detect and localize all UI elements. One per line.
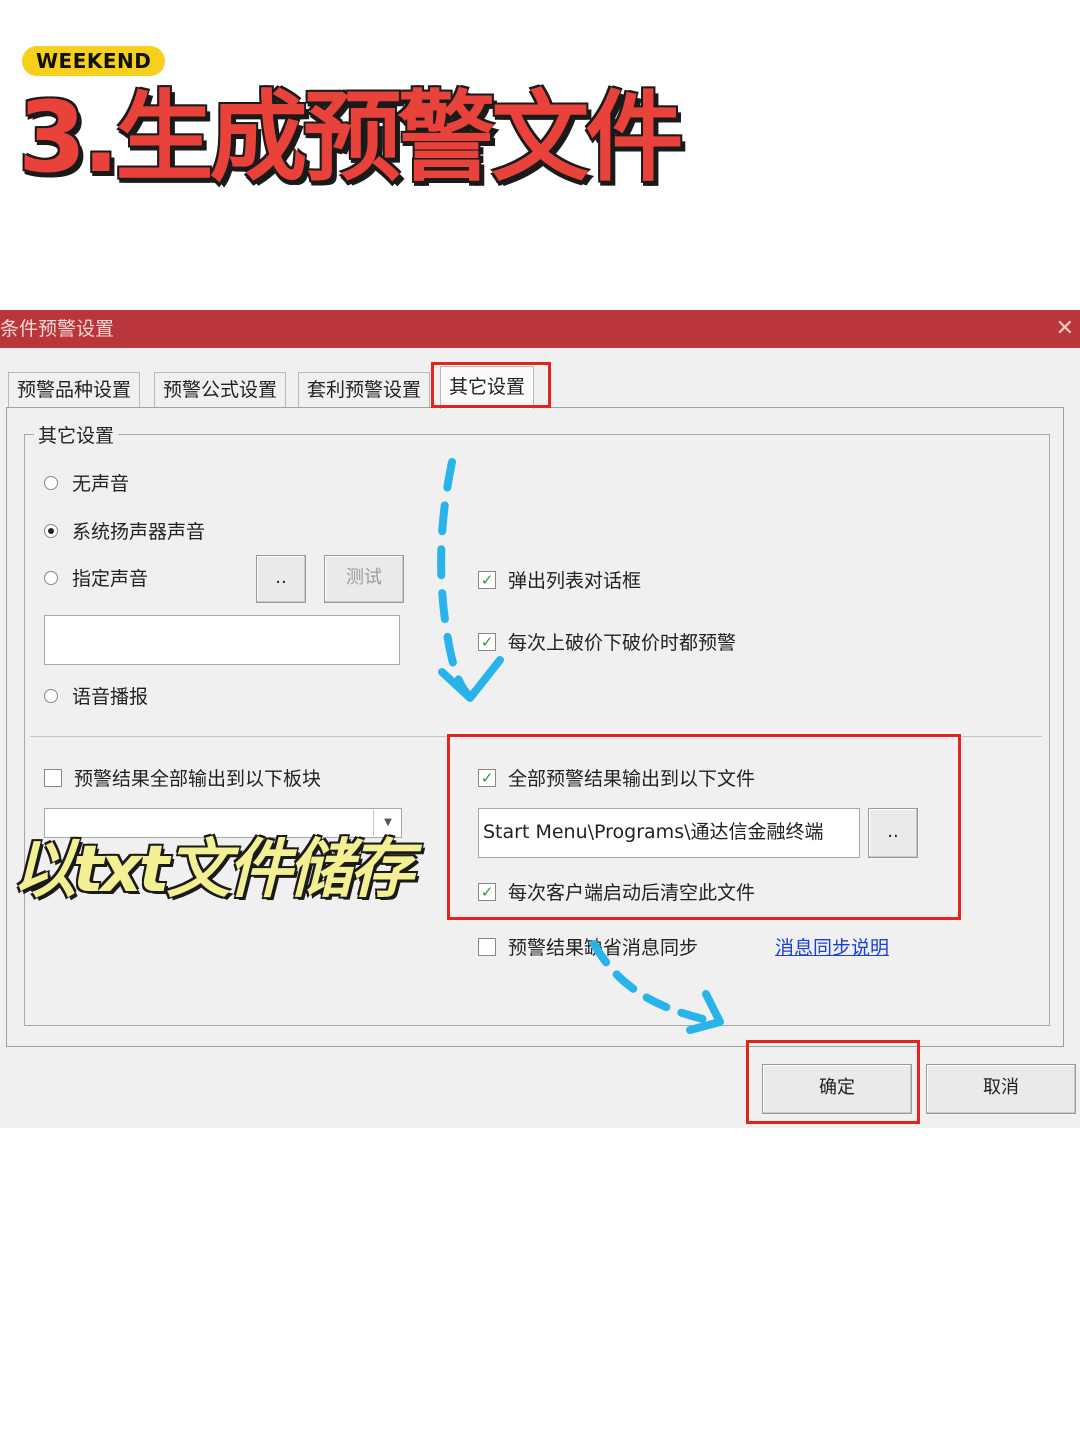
checkbox-label: 预警结果全部输出到以下板块 [74,768,322,790]
sound-path-input[interactable] [44,615,400,665]
check-output-file[interactable]: ✓ 全部预警结果输出到以下文件 [478,764,755,791]
checkbox-checked-icon[interactable]: ✓ [478,768,496,787]
check-popup-list[interactable]: ✓ 弹出列表对话框 [478,566,641,593]
test-sound-button[interactable]: 测试 [324,555,404,603]
output-file-path-input[interactable]: Start Menu\Programs\通达信金融终端 [478,808,860,858]
weekend-badge: WEEKEND [22,46,166,76]
checkbox-checked-icon[interactable]: ✓ [478,882,496,901]
radio-label: 系统扬声器声音 [72,521,206,543]
tab-alert-formulas[interactable]: 预警公式设置 [154,372,287,407]
tab-highlight-box [431,362,551,408]
ok-highlight-box [746,1040,920,1124]
radio-circle[interactable] [44,475,58,490]
cancel-button[interactable]: 取消 [926,1064,1076,1114]
radio-voice[interactable]: 语音播报 [44,682,148,709]
page-title: 3.生成预警文件 [18,81,683,195]
radio-label: 语音播报 [72,686,149,708]
radio-no-sound[interactable]: 无声音 [44,469,129,496]
checkbox-label: 全部预警结果输出到以下文件 [508,768,756,790]
dialog-titlebar: 条件预警设置 ✕ [0,310,1080,348]
checkbox-checked-icon[interactable]: ✓ [478,632,496,651]
check-clear-file[interactable]: ✓ 每次客户端启动后清空此文件 [478,878,755,905]
checkbox-label: 预警结果缺省消息同步 [508,937,699,959]
tab-alert-instruments[interactable]: 预警品种设置 [8,372,141,407]
radio-circle[interactable] [44,523,58,538]
alert-settings-dialog: 条件预警设置 ✕ 预警品种设置 预警公式设置 套利预警设置 其它设置 其它设置 … [0,310,1080,1128]
radio-label: 指定声音 [72,568,149,590]
checkbox-icon[interactable] [478,937,496,956]
browse-sound-button[interactable]: .. [256,555,306,603]
checkbox-label: 每次上破价下破价时都预警 [508,632,737,654]
checkbox-label: 弹出列表对话框 [508,570,642,592]
check-every-break[interactable]: ✓ 每次上破价下破价时都预警 [478,628,736,655]
group-title: 其它设置 [34,421,119,448]
radio-custom-sound[interactable]: 指定声音 [44,564,148,591]
dialog-title: 条件预警设置 [0,318,115,340]
radio-system-speaker[interactable]: 系统扬声器声音 [44,517,205,544]
browse-file-button[interactable]: .. [868,808,918,858]
tab-arbitrage-alerts[interactable]: 套利预警设置 [298,372,431,407]
check-output-block[interactable]: 预警结果全部输出到以下板块 [44,764,321,791]
checkbox-checked-icon[interactable]: ✓ [478,570,496,589]
radio-label: 无声音 [72,473,130,495]
checkbox-icon[interactable] [44,768,62,787]
radio-circle[interactable] [44,688,58,703]
check-sync-message[interactable]: 预警结果缺省消息同步 [478,933,698,960]
radio-circle[interactable] [44,570,58,585]
sync-help-link[interactable]: 消息同步说明 [775,933,889,960]
close-icon[interactable]: ✕ [1056,310,1074,348]
checkbox-label: 每次客户端启动后清空此文件 [508,882,756,904]
annotation-overlay-text: 以txt文件储存 [12,833,413,907]
